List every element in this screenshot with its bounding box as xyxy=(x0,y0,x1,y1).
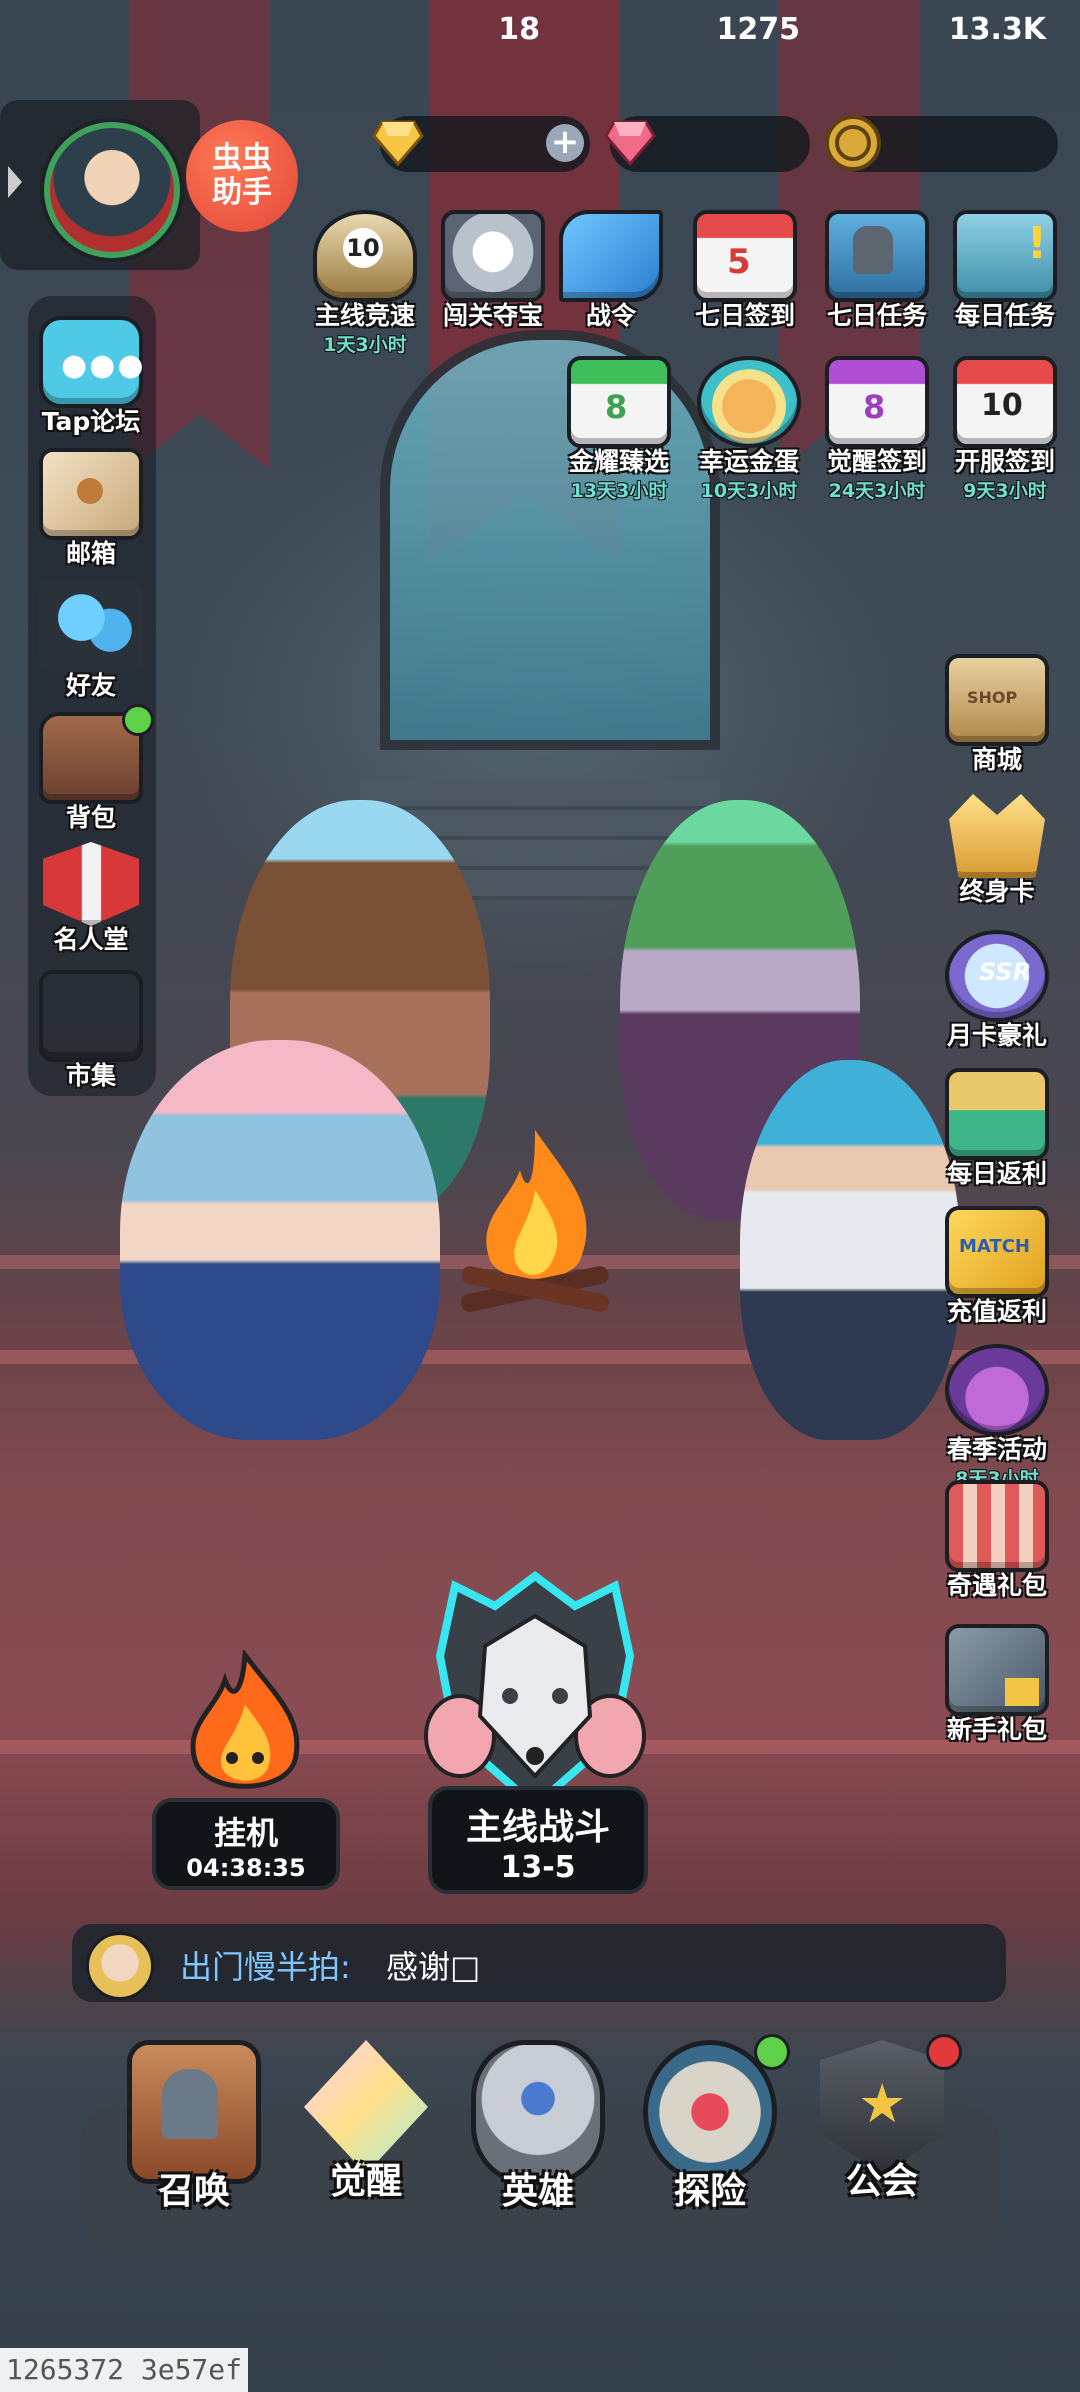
nav-label: 英雄 xyxy=(501,2171,574,2212)
event-seven-day-signin[interactable]: 5 七日签到 xyxy=(690,210,800,332)
nav-explore[interactable]: 探险 xyxy=(640,2034,790,2214)
event-timer: 24天3小时 xyxy=(828,480,926,502)
nav-guild[interactable]: ★ 公会 xyxy=(812,2034,962,2204)
right-menu-spring-event[interactable]: 春季活动 8天3小时 xyxy=(942,1344,1052,1491)
main-battle-button[interactable]: 主线战斗 13-5 xyxy=(428,1786,648,1894)
nav-label: 公会 xyxy=(845,2161,918,2202)
helmet-icon xyxy=(162,2069,218,2139)
right-menu-topup-rebate[interactable]: MATCH 充值返利 xyxy=(942,1206,1052,1328)
event-golden-select[interactable]: 8 金耀臻选 13天3小时 xyxy=(564,356,674,503)
event-stage-treasure[interactable]: 闯关夺宝 xyxy=(438,210,548,332)
star-icon: ★ xyxy=(858,2072,907,2135)
chat-message: 感谢□ xyxy=(386,1948,481,1986)
nav-label: 觉醒 xyxy=(329,2161,402,2202)
match-tag: MATCH xyxy=(959,1236,1030,1257)
gem-value: 1275 xyxy=(716,12,801,47)
notification-dot xyxy=(926,2034,962,2070)
right-menu-shop[interactable]: SHOP 商城 xyxy=(942,654,1052,776)
right-menu-daily-rebate[interactable]: 每日返利 xyxy=(942,1068,1052,1190)
event-badge: 5 xyxy=(727,242,751,282)
battle-stage: 13-5 xyxy=(500,1850,576,1885)
nav-heroes[interactable]: 英雄 xyxy=(468,2040,608,2214)
helper-button[interactable]: 虫虫助手 xyxy=(186,120,298,232)
left-menu-market[interactable]: 市集 xyxy=(36,970,146,1092)
event-server-open-signin[interactable]: 10 开服签到 9天3小时 xyxy=(950,356,1060,503)
pink-gem-icon xyxy=(604,120,656,166)
ssr-tag: SSR xyxy=(979,958,1032,986)
event-battle-pass[interactable]: 战令 xyxy=(556,210,666,332)
coin-value: 13.3K xyxy=(948,12,1046,47)
event-seven-day-tasks[interactable]: 七日任务 xyxy=(822,210,932,332)
nav-label: 召唤 xyxy=(157,2171,230,2212)
event-badge: 8 xyxy=(605,388,628,426)
add-diamond-button[interactable]: + xyxy=(546,124,584,162)
event-timer: 9天3小时 xyxy=(963,480,1047,502)
left-menu-friends[interactable]: 好友 xyxy=(36,580,146,702)
battle-label: 主线战斗 xyxy=(465,1807,610,1848)
gold-bar-icon xyxy=(1005,1678,1039,1706)
right-menu-adventure-pack[interactable]: 奇遇礼包 xyxy=(942,1480,1052,1602)
idle-label: 挂机 xyxy=(213,1814,278,1852)
diamond-value: 18 xyxy=(498,12,540,47)
nav-awaken[interactable]: 觉醒 xyxy=(296,2040,436,2204)
idle-button[interactable]: 挂机 04:38:35 xyxy=(152,1798,340,1890)
helper-label: 虫虫助手 xyxy=(212,141,272,210)
idle-flame-icon[interactable] xyxy=(180,1650,310,1800)
idle-timer: 04:38:35 xyxy=(186,1854,306,1882)
chat-bubble-icon: ●●● xyxy=(61,348,146,383)
shop-tag: SHOP xyxy=(967,688,1018,707)
right-menu-lifetime-card[interactable]: 终身卡 xyxy=(942,794,1052,908)
event-main-race[interactable]: 10 主线竞速 1天3小时 xyxy=(310,210,420,357)
event-daily-tasks[interactable]: ! 每日任务 xyxy=(950,210,1060,332)
exclaim-icon: ! xyxy=(1026,218,1047,269)
gold-diamond-icon xyxy=(372,120,424,166)
notification-dot xyxy=(122,704,154,736)
left-menu-mailbox[interactable]: 邮箱 xyxy=(36,448,146,570)
main-battle-wolf-icon[interactable] xyxy=(400,1566,670,1816)
chat-avatar xyxy=(86,1932,154,2000)
notification-dot xyxy=(754,2034,790,2070)
right-menu-newbie-pack[interactable]: 新手礼包 xyxy=(942,1624,1052,1746)
chat-bar[interactable]: 出门慢半拍: 感谢□ xyxy=(72,1924,1006,2002)
mail-seal-icon xyxy=(77,478,103,504)
event-badge: 10 xyxy=(981,388,1023,423)
left-menu-hall-of-fame[interactable]: 名人堂 xyxy=(36,842,146,956)
nav-summon[interactable]: 召唤 xyxy=(124,2040,264,2214)
event-badge: 10 xyxy=(343,228,383,268)
left-menu-tap-forum[interactable]: ●●● Tap论坛 xyxy=(36,316,146,438)
helmet-icon xyxy=(853,226,893,274)
event-timer: 1天3小时 xyxy=(323,334,407,356)
watermark-text: 1265372 3e57ef xyxy=(0,2348,249,2392)
event-lucky-egg[interactable]: 幸运金蛋 10天3小时 xyxy=(694,356,804,503)
event-timer: 13天3小时 xyxy=(570,480,668,502)
player-avatar[interactable] xyxy=(44,122,180,258)
event-timer: 10天3小时 xyxy=(700,480,798,502)
hero-lotus-fairy[interactable] xyxy=(120,1040,440,1440)
event-badge: 8 xyxy=(863,388,886,426)
expand-arrow-icon[interactable] xyxy=(8,166,22,198)
nav-label: 探险 xyxy=(673,2171,746,2212)
event-awaken-signin[interactable]: 8 觉醒签到 24天3小时 xyxy=(822,356,932,503)
left-menu-backpack[interactable]: 背包 xyxy=(36,704,154,834)
chat-sender: 出门慢半拍: xyxy=(180,1948,351,1986)
right-menu-monthly-card[interactable]: SSR 月卡豪礼 xyxy=(942,930,1052,1052)
gold-coin-icon xyxy=(825,115,881,171)
hero-blue-elf[interactable] xyxy=(740,1060,960,1440)
campfire-icon xyxy=(461,1130,609,1312)
